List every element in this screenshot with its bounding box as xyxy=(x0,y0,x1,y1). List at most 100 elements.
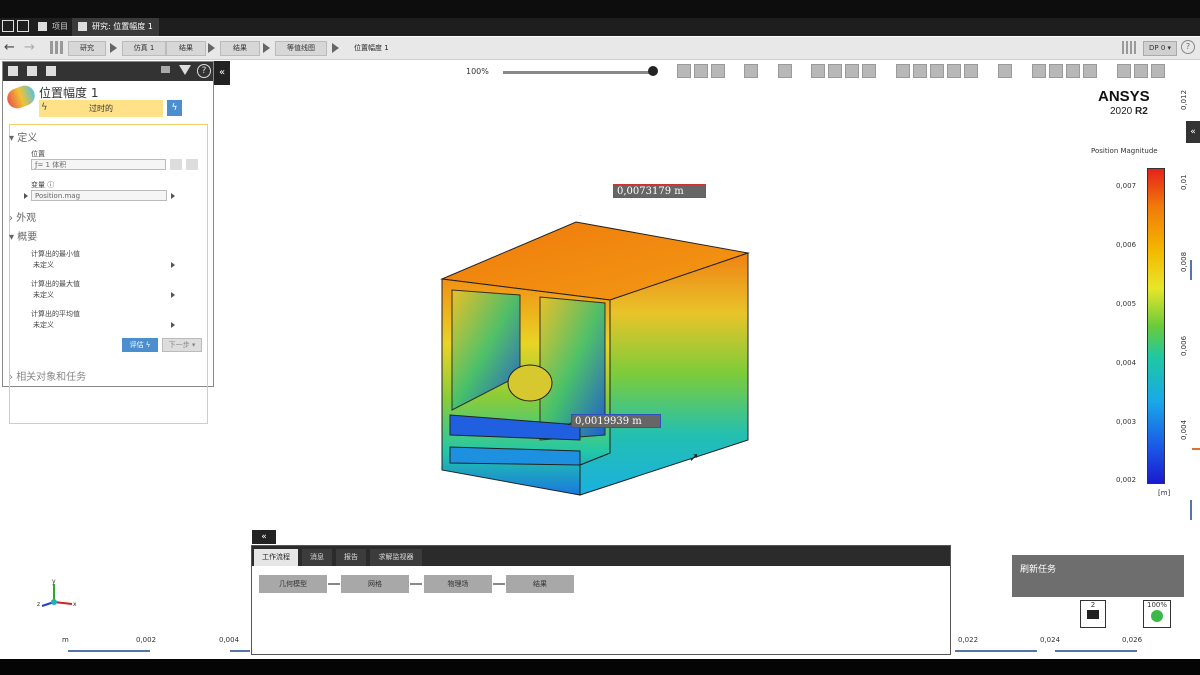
info-icon[interactable]: ⓘ xyxy=(47,181,54,189)
delete-icon[interactable] xyxy=(46,66,56,76)
design-point-dropdown[interactable]: DP 0 ▾ xyxy=(1143,41,1177,56)
panel-help-icon[interactable]: ? xyxy=(197,64,211,78)
section-definition-toggle[interactable]: ▾ 定义 xyxy=(9,129,37,144)
model-viewport[interactable] xyxy=(430,215,760,505)
legend-tick: 0,007 xyxy=(1116,182,1137,190)
edit-icon[interactable] xyxy=(1134,64,1148,78)
ansys-logo: ANSYS xyxy=(1098,88,1150,105)
record-icon[interactable] xyxy=(744,64,758,78)
select-lasso-icon[interactable] xyxy=(845,64,859,78)
messages-button[interactable]: 2 xyxy=(1080,600,1106,628)
bottom-panel-collapse-button[interactable]: « xyxy=(252,530,276,544)
view-bottom-icon[interactable] xyxy=(947,64,961,78)
zoom-icon[interactable] xyxy=(1049,64,1063,78)
legend-tick: 0,006 xyxy=(1116,241,1137,249)
variable-field[interactable]: Position.mag xyxy=(31,190,167,201)
save-icon[interactable] xyxy=(17,20,29,32)
legend-tick: 0,002 xyxy=(1116,476,1137,484)
animation-slider[interactable] xyxy=(503,71,653,74)
crumb-simulation[interactable]: 仿真 1 xyxy=(122,41,166,56)
workflow-mesh[interactable]: 网格 xyxy=(341,575,409,593)
bottom-tab-bar: 工作流程 消息 报告 求解监视器 xyxy=(252,546,950,566)
right-panel-collapse-button[interactable]: « xyxy=(1186,121,1200,143)
location-select[interactable]: ƒ= 1 体积 xyxy=(31,159,166,170)
section-appearance-toggle[interactable]: › 外观 xyxy=(9,209,36,224)
pan-icon[interactable] xyxy=(1083,64,1097,78)
next-step-button[interactable]: 下一步 ▾ xyxy=(162,338,202,352)
slider-handle[interactable] xyxy=(648,66,658,76)
refresh-tasks-panel[interactable]: 刷新任务 xyxy=(1012,555,1184,597)
columns-icon[interactable] xyxy=(1122,41,1136,54)
variable-arrow-icon[interactable] xyxy=(171,193,175,199)
probe-min-label[interactable]: 0,0019939 m xyxy=(571,414,661,428)
new-icon[interactable] xyxy=(8,66,18,76)
object-title: 位置幅度 1 xyxy=(39,86,99,100)
ruler-tick: 0,012 xyxy=(1180,89,1188,110)
ruler-segment xyxy=(68,650,150,652)
panel-toolbar: ? xyxy=(3,62,213,81)
tab-solve-monitor[interactable]: 求解监视器 xyxy=(370,549,422,566)
avg-label: 计算出的平均值 xyxy=(31,310,80,318)
inbox-icon xyxy=(1087,610,1099,619)
view-iso-icon[interactable] xyxy=(964,64,978,78)
workflow-physics[interactable]: 物理场 xyxy=(424,575,492,593)
remove-location-icon[interactable] xyxy=(186,159,198,170)
probe-max-label[interactable]: 0,0073179 m xyxy=(613,184,706,198)
tab-reports[interactable]: 报告 xyxy=(336,549,366,566)
grid-icon[interactable] xyxy=(50,41,64,54)
min-arrow-icon[interactable] xyxy=(171,262,175,268)
section-summary-toggle[interactable]: ▾ 概要 xyxy=(9,228,37,243)
tab-messages[interactable]: 消息 xyxy=(302,549,332,566)
forward-arrow-icon[interactable]: → xyxy=(24,41,35,54)
tab-study[interactable]: 研究: 位置幅度 1 xyxy=(72,18,159,36)
probe-icon[interactable] xyxy=(778,64,792,78)
breadcrumb-field[interactable] xyxy=(346,40,1118,56)
crumb-result[interactable]: 结果 xyxy=(220,41,260,56)
sort-icon[interactable] xyxy=(161,66,170,73)
copy-icon[interactable] xyxy=(27,66,37,76)
help-icon[interactable]: ? xyxy=(1181,40,1195,54)
ruler-segment xyxy=(955,650,1037,652)
select-icon[interactable] xyxy=(811,64,825,78)
lightning-icon: ϟ xyxy=(41,102,48,113)
ruler-tick: 0,004 xyxy=(219,636,240,644)
panel-collapse-button[interactable]: « xyxy=(214,61,230,85)
stop-icon[interactable] xyxy=(694,64,708,78)
settings-icon[interactable] xyxy=(1151,64,1165,78)
rotate-icon[interactable] xyxy=(1066,64,1080,78)
view-back-icon[interactable] xyxy=(913,64,927,78)
axis-z-label: z xyxy=(37,601,41,608)
play-icon[interactable] xyxy=(677,64,691,78)
evaluate-button[interactable]: 评估 ϟ xyxy=(122,338,158,352)
expand-icon[interactable] xyxy=(24,193,28,199)
filter-icon[interactable] xyxy=(179,65,191,75)
select-box-icon[interactable] xyxy=(828,64,842,78)
update-button[interactable]: ϟ xyxy=(167,100,182,116)
avg-arrow-icon[interactable] xyxy=(171,322,175,328)
fast-forward-icon[interactable] xyxy=(711,64,725,78)
crumb-study[interactable]: 研究 xyxy=(68,41,106,56)
progress-button[interactable]: 100% xyxy=(1143,600,1171,628)
max-label: 计算出的最大值 xyxy=(31,280,80,288)
orientation-icon[interactable] xyxy=(998,64,1012,78)
crumb-results[interactable]: 结果 xyxy=(166,41,206,56)
list-menu-icon[interactable] xyxy=(2,20,14,32)
workflow-geometry[interactable]: 几何模型 xyxy=(259,575,327,593)
zoom-box-icon[interactable] xyxy=(862,64,876,78)
workflow-results[interactable]: 结果 xyxy=(506,575,574,593)
tab-project[interactable]: 项目 xyxy=(32,18,74,36)
back-arrow-icon[interactable]: ← xyxy=(4,41,15,54)
tab-workflow[interactable]: 工作流程 xyxy=(254,549,298,566)
ruler-segment xyxy=(230,650,250,652)
section-related-toggle[interactable]: › 相关对象和任务 xyxy=(9,368,86,383)
ruler-indicator xyxy=(1192,448,1200,450)
fit-icon[interactable] xyxy=(1032,64,1046,78)
add-icon[interactable] xyxy=(1117,64,1131,78)
crumb-contour[interactable]: 等值线图 xyxy=(275,41,327,56)
status-badge: 过时的 xyxy=(39,100,163,117)
max-value: 未定义 xyxy=(33,291,54,299)
add-location-icon[interactable] xyxy=(170,159,182,170)
max-arrow-icon[interactable] xyxy=(171,292,175,298)
view-front-icon[interactable] xyxy=(896,64,910,78)
view-top-icon[interactable] xyxy=(930,64,944,78)
